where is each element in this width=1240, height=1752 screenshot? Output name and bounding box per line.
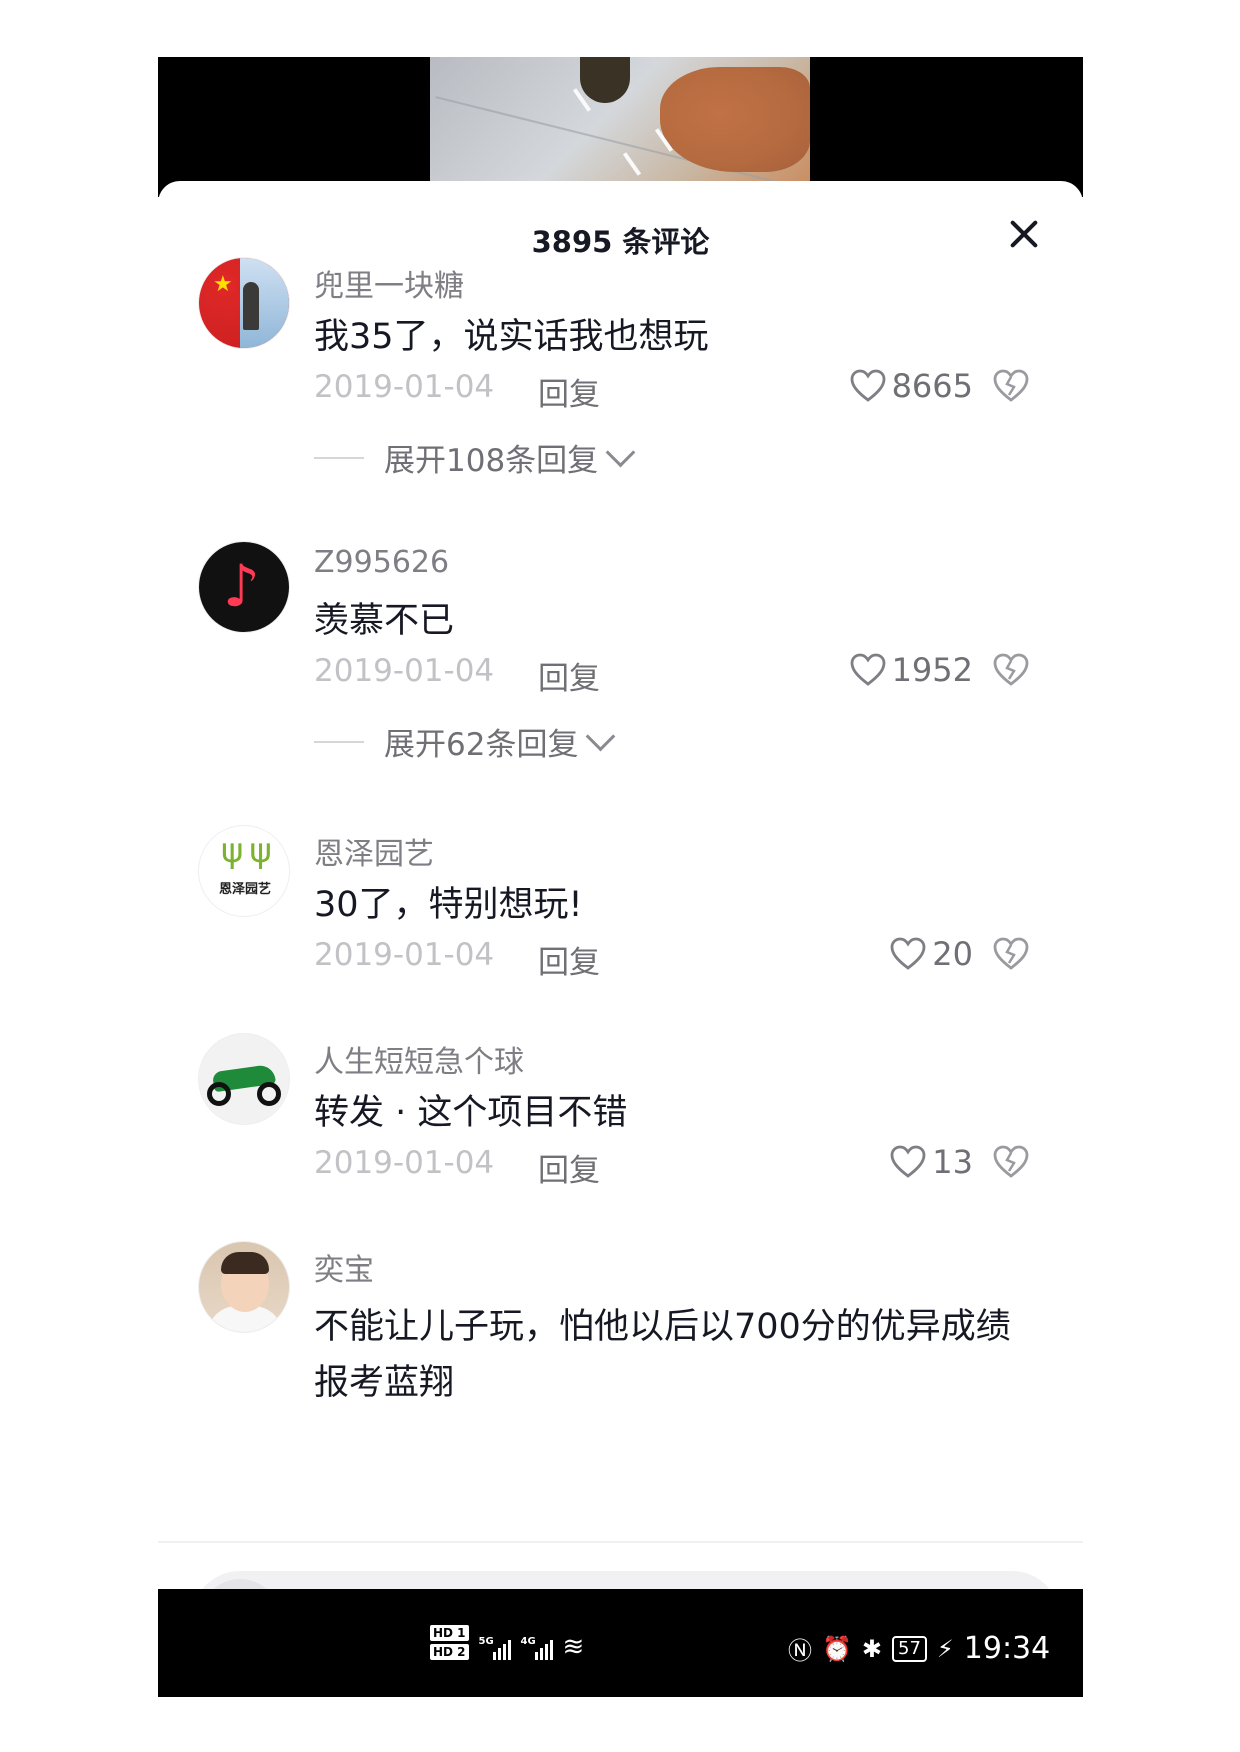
puddle: [580, 57, 630, 103]
username[interactable]: 兜里一块糖: [314, 261, 464, 305]
charging-icon: ⚡: [936, 1634, 954, 1663]
heart-icon: [850, 369, 886, 403]
input-divider: [158, 1541, 1083, 1543]
broken-heart-icon[interactable]: [993, 369, 1031, 405]
like-button[interactable]: 20: [890, 935, 973, 973]
like-count: 8665: [891, 367, 973, 405]
comment-date: 2019-01-04: [314, 653, 495, 689]
heart-icon: [890, 937, 926, 971]
username[interactable]: 恩泽园艺: [314, 829, 434, 873]
comment-text: 转发 · 这个项目不错: [314, 1093, 628, 1133]
dirt-pile: [660, 67, 810, 172]
comment-count-title: 3895 条评论: [531, 225, 710, 259]
star-icon: ★: [213, 272, 233, 297]
avatar[interactable]: [198, 1241, 290, 1333]
wheel: [207, 1082, 231, 1106]
avatar-logo-text: 恩泽园艺: [218, 882, 271, 897]
avatar[interactable]: ★: [198, 257, 290, 349]
comment-sheet: 3895 条评论 ★ 兜里一块糖 我35了，说实话我也想玩 2019-01-04…: [158, 181, 1083, 1667]
reply-button[interactable]: 回复: [538, 937, 600, 982]
nfc-icon: Ⓝ: [788, 1637, 812, 1665]
avatar-hair: [221, 1252, 269, 1274]
signal-icon: 5G: [479, 1636, 511, 1660]
like-button[interactable]: 13: [890, 1143, 973, 1181]
comment-date: 2019-01-04: [314, 1145, 495, 1181]
like-count: 20: [932, 935, 973, 973]
wifi-icon: ≋: [562, 1632, 585, 1662]
wheat-icon: ψψ: [221, 831, 278, 871]
like-count: 13: [932, 1143, 973, 1181]
avatar-person: [243, 282, 259, 330]
system-indicators: Ⓝ ⏰ ✱ 57 ⚡ 19:34: [788, 1631, 1050, 1666]
phone-screen: 3895 条评论 ★ 兜里一块糖 我35了，说实话我也想玩 2019-01-04…: [158, 57, 1083, 1697]
video-preview[interactable]: [158, 57, 1083, 197]
expand-replies[interactable]: 展开108条回复: [314, 435, 636, 480]
music-note-icon: ♪: [223, 552, 261, 620]
signal-icon: 4G: [521, 1636, 553, 1660]
net-label: 4G: [520, 1636, 536, 1647]
hd-2-badge: HD 2: [430, 1644, 469, 1660]
avatar[interactable]: ψψ 恩泽园艺: [198, 825, 290, 917]
expand-replies[interactable]: 展开62条回复: [314, 719, 616, 764]
chevron-down-icon: [586, 721, 616, 752]
divider-dash: [314, 740, 364, 743]
comment-date: 2019-01-04: [314, 937, 495, 973]
wheel: [257, 1082, 281, 1106]
avatar[interactable]: ♪: [198, 541, 290, 633]
comment-text: 不能让儿子玩，怕他以后以700分的优异成绩报考蓝翔: [314, 1307, 1011, 1403]
broken-heart-icon[interactable]: [993, 653, 1031, 689]
username[interactable]: Z995626: [314, 545, 449, 580]
reply-button[interactable]: 回复: [538, 1145, 600, 1190]
hd-1-badge: HD 1: [430, 1625, 469, 1641]
comment-date: 2019-01-04: [314, 369, 495, 405]
reply-button[interactable]: 回复: [538, 653, 600, 698]
like-button[interactable]: 8665: [850, 367, 973, 405]
road-arrow: [622, 152, 642, 176]
net-label: 5G: [478, 1636, 494, 1647]
username[interactable]: 奕宝: [314, 1245, 374, 1289]
avatar[interactable]: [198, 1033, 290, 1125]
broken-heart-icon[interactable]: [993, 937, 1031, 973]
username[interactable]: 人生短短急个球: [314, 1037, 524, 1081]
alarm-icon: ⏰: [822, 1634, 852, 1663]
comment-text: 我35了，说实话我也想玩: [314, 317, 709, 357]
broken-heart-icon[interactable]: [993, 1145, 1031, 1181]
network-indicators: HD 1 HD 2 5G 4G ≋: [430, 1625, 584, 1660]
divider-dash: [314, 456, 364, 459]
bluetooth-icon: ✱: [861, 1634, 882, 1663]
chevron-down-icon: [605, 437, 636, 468]
video-thumbnail[interactable]: [430, 57, 810, 197]
clock: 19:34: [963, 1631, 1051, 1666]
heart-icon: [890, 1145, 926, 1179]
battery-icon: 57: [892, 1635, 927, 1662]
like-button[interactable]: 1952: [850, 651, 973, 689]
like-count: 1952: [891, 651, 973, 689]
expand-label: 展开108条回复: [384, 443, 599, 479]
close-icon[interactable]: [1003, 213, 1045, 255]
comment-text: 30了，特别想玩!: [314, 885, 583, 925]
comment-item: 奕宝 不能让儿子玩，怕他以后以700分的优异成绩报考蓝翔: [158, 1241, 1083, 1479]
expand-label: 展开62条回复: [384, 727, 579, 763]
comment-text: 羡慕不已: [314, 601, 455, 641]
heart-icon: [850, 653, 886, 687]
reply-button[interactable]: 回复: [538, 369, 600, 414]
hd-badges: HD 1 HD 2: [430, 1625, 469, 1660]
status-bar: HD 1 HD 2 5G 4G ≋ Ⓝ ⏰ ✱ 57 ⚡ 19:34: [158, 1589, 1083, 1697]
